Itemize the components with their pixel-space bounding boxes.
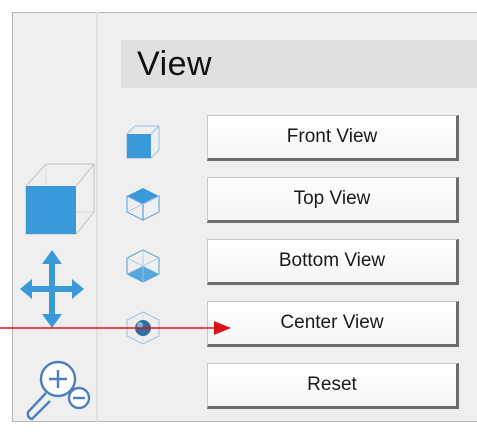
view-section-header: View (121, 40, 477, 88)
top-view-button-label: Top View (293, 188, 371, 209)
top-view-button[interactable]: Top View (207, 177, 459, 223)
front-view-button[interactable]: Front View (207, 115, 459, 161)
bottom-view-button-label: Bottom View (278, 250, 386, 271)
bottom-view-button[interactable]: Bottom View (207, 239, 459, 285)
reset-button[interactable]: Reset (207, 363, 459, 409)
front-view-button-label: Front View (286, 126, 378, 147)
front-view-cube-icon (125, 124, 161, 160)
bottom-view-cube-icon (125, 248, 161, 284)
top-view-cube-icon (125, 186, 161, 222)
move-arrows-icon[interactable] (20, 248, 84, 330)
zoom-icon[interactable] (22, 356, 96, 426)
center-view-cube-icon (125, 310, 161, 346)
center-view-button[interactable]: Center View (207, 301, 459, 347)
view-section-title: View (137, 45, 213, 83)
reset-button-label: Reset (307, 374, 357, 395)
cube-icon[interactable] (20, 158, 100, 238)
center-view-button-label: Center View (280, 312, 384, 333)
